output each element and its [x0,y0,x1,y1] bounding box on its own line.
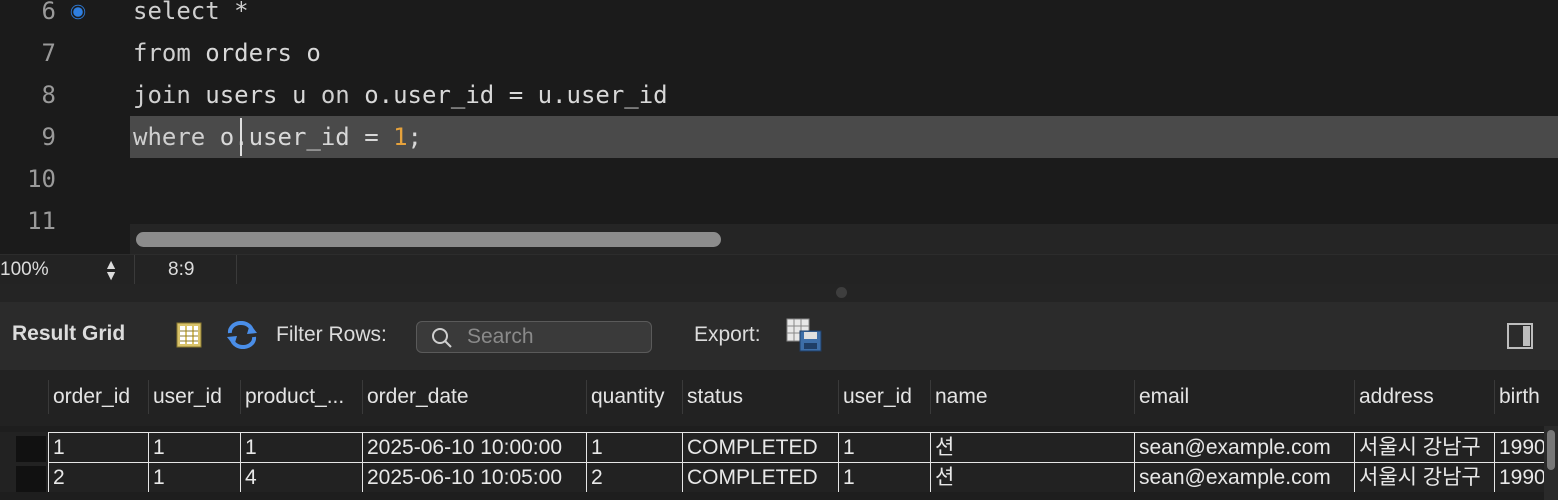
splitter-handle-icon[interactable] [836,287,847,298]
sql-editor[interactable]: 6 7 8 9 10 11 select * from orders o join users… [0,0,1558,254]
result-grid-label[interactable]: Result Grid [12,322,125,346]
code-line[interactable]: select * [133,0,249,32]
table-cell[interactable]: COMPLETED [682,462,838,492]
table-cell[interactable]: sean@example.com [1134,432,1354,462]
line-number: 6 [41,0,56,25]
sql-text: o.user_id = u.user_id [349,81,668,109]
table-cell[interactable]: COMPLETED [682,432,838,462]
table-cell[interactable]: 1 [838,432,930,462]
table-cell[interactable]: 션 [930,462,1134,492]
column-header-user-id[interactable]: user_id [148,380,240,414]
toggle-panel-icon[interactable] [1507,323,1533,349]
table-cell[interactable]: 1 [148,432,240,462]
table-cell[interactable]: 2 [48,462,148,492]
search-icon [432,328,452,348]
filter-search-box[interactable] [416,321,652,353]
code-line[interactable]: from orders o [133,32,321,74]
sql-text: o.user_id = [205,123,394,151]
line-number: 7 [41,39,56,67]
code-line[interactable]: join users u on o.user_id = u.user_id [133,74,668,116]
zoom-level[interactable]: 100% [0,255,49,285]
sql-keyword: select * [133,0,249,25]
status-divider [236,255,237,285]
sql-text: users u [190,81,321,109]
table-cell[interactable]: 2025-06-10 10:05:00 [362,462,586,492]
line-number: 11 [27,207,56,235]
zoom-stepper-icon[interactable]: ▲ ▼ [102,257,120,282]
result-grid[interactable]: order_id user_id product_... order_date quan… [0,370,1558,500]
cursor-position: 8:9 [168,259,195,280]
column-header-status[interactable]: status [682,380,838,414]
row-header[interactable] [16,436,46,462]
row-header[interactable] [16,466,46,492]
table-cell[interactable]: 1 [48,432,148,462]
table-cell[interactable]: 2 [586,462,682,492]
column-header-quantity[interactable]: quantity [586,380,682,414]
text-caret [240,118,242,156]
code-line[interactable]: where o.user_id = 1; [133,116,422,158]
status-divider [134,255,135,285]
sql-keyword: from [133,39,191,67]
table-row[interactable]: 2 1 4 2025-06-10 10:05:00 2 COMPLETED 1 션 sean@e… [0,462,1558,492]
column-header-user-id[interactable]: user_id [838,380,930,414]
panel-splitter[interactable] [0,284,1558,302]
editor-scrollbar-thumb[interactable] [136,232,721,247]
result-toolbar: Result Grid Filter Rows: Export: [0,302,1558,370]
table-cell[interactable]: 서울시 강남구 [1354,462,1494,492]
breakpoint-dot-icon[interactable] [73,7,83,17]
column-header-product----[interactable]: product_... [240,380,362,414]
table-cell[interactable]: 4 [240,462,362,492]
line-number: 8 [41,81,56,109]
sql-keyword: on [320,81,350,109]
table-cell[interactable]: 션 [930,432,1134,462]
column-header-order-id[interactable]: order_id [48,380,148,414]
column-header-email[interactable]: email [1134,380,1354,414]
sql-keyword: where [133,123,206,151]
line-number: 10 [27,165,56,193]
table-cell[interactable]: 1 [240,432,362,462]
grid-scrollbar-thumb[interactable] [1547,430,1555,470]
table-cell[interactable]: 2025-06-10 10:00:00 [362,432,586,462]
table-cell[interactable]: 서울시 강남구 [1354,432,1494,462]
column-header-name[interactable]: name [930,380,1134,414]
grid-view-icon[interactable] [176,322,202,348]
line-number-gutter: 6 7 8 9 10 11 [0,0,130,254]
column-header-order-date[interactable]: order_date [362,380,586,414]
sql-keyword: join [133,81,191,109]
sql-text: ; [407,123,422,151]
sql-number: 1 [393,123,408,151]
table-cell[interactable]: 1 [586,432,682,462]
column-header-birth[interactable]: birth [1494,380,1558,414]
editor-status-bar: 100% ▲ ▼ 8:9 [0,254,1558,285]
table-cell[interactable]: sean@example.com [1134,462,1354,492]
table-row[interactable]: 1 1 1 2025-06-10 10:00:00 1 COMPLETED 1 션 sean@e… [0,432,1558,462]
export-icon[interactable] [786,318,822,352]
table-cell[interactable]: 1 [148,462,240,492]
column-header-address[interactable]: address [1354,380,1494,414]
filter-rows-label: Filter Rows: [276,323,387,346]
search-input[interactable] [467,324,645,350]
refresh-icon[interactable] [226,321,258,349]
export-label: Export: [694,323,761,346]
table-cell[interactable]: 1 [838,462,930,492]
sql-text: orders o [190,39,321,67]
grid-header-row: order_id user_id product_... order_date quan… [0,370,1558,426]
line-number: 9 [41,123,56,151]
